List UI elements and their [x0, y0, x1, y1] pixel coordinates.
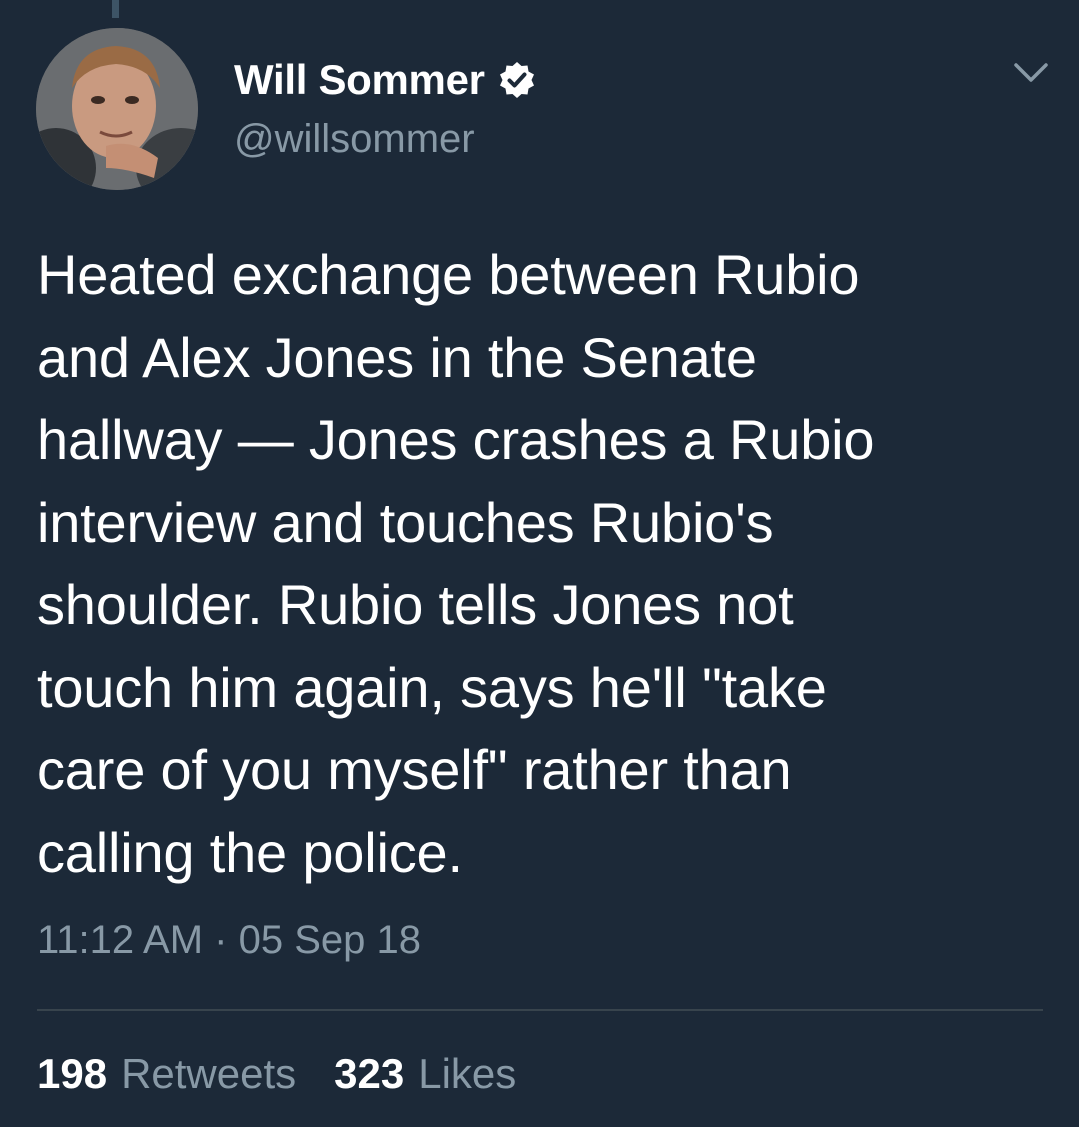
tweet-text-line: Heated exchange between Rubio: [37, 243, 860, 306]
tweet-text-line: touch him again, says he'll "take: [37, 655, 827, 719]
likes-stat[interactable]: 323 Likes: [334, 1050, 516, 1098]
tweet-text-line: shoulder. Rubio tells Jones not: [37, 573, 794, 636]
tweet-text-line: care of you myself" rather than: [37, 738, 792, 801]
verified-badge-icon: [499, 62, 534, 98]
tweet-timestamp[interactable]: 11:12 AM · 05 Sep 18: [37, 918, 421, 963]
retweets-stat[interactable]: 198 Retweets: [37, 1050, 296, 1098]
avatar-photo: [36, 28, 198, 190]
tweet-text-line: hallway — Jones crashes a Rubio: [37, 408, 875, 471]
likes-label: Likes: [418, 1050, 517, 1097]
tweet-text-line: interview and touches Rubio's: [37, 490, 774, 554]
tweet-stats: 198 Retweets 323 Likes: [37, 1050, 516, 1098]
tweet-text-line: calling the police.: [37, 820, 463, 884]
tweet-text-line: and Alex Jones in the Senate: [37, 325, 757, 389]
avatar[interactable]: [36, 28, 198, 190]
author-display-name[interactable]: Will Sommer: [234, 54, 537, 106]
author-handle[interactable]: @willsommer: [234, 117, 475, 162]
divider: [37, 1009, 1043, 1011]
tweet-body-text: Heated exchange between Rubio and Alex J…: [37, 234, 1047, 894]
likes-count: 323: [334, 1050, 405, 1097]
thread-connector-line: [112, 0, 119, 18]
author-name-text[interactable]: Will Sommer: [234, 56, 485, 104]
chevron-down-icon[interactable]: [1013, 60, 1049, 86]
retweets-label: Retweets: [121, 1050, 297, 1097]
retweets-count: 198: [37, 1050, 108, 1097]
